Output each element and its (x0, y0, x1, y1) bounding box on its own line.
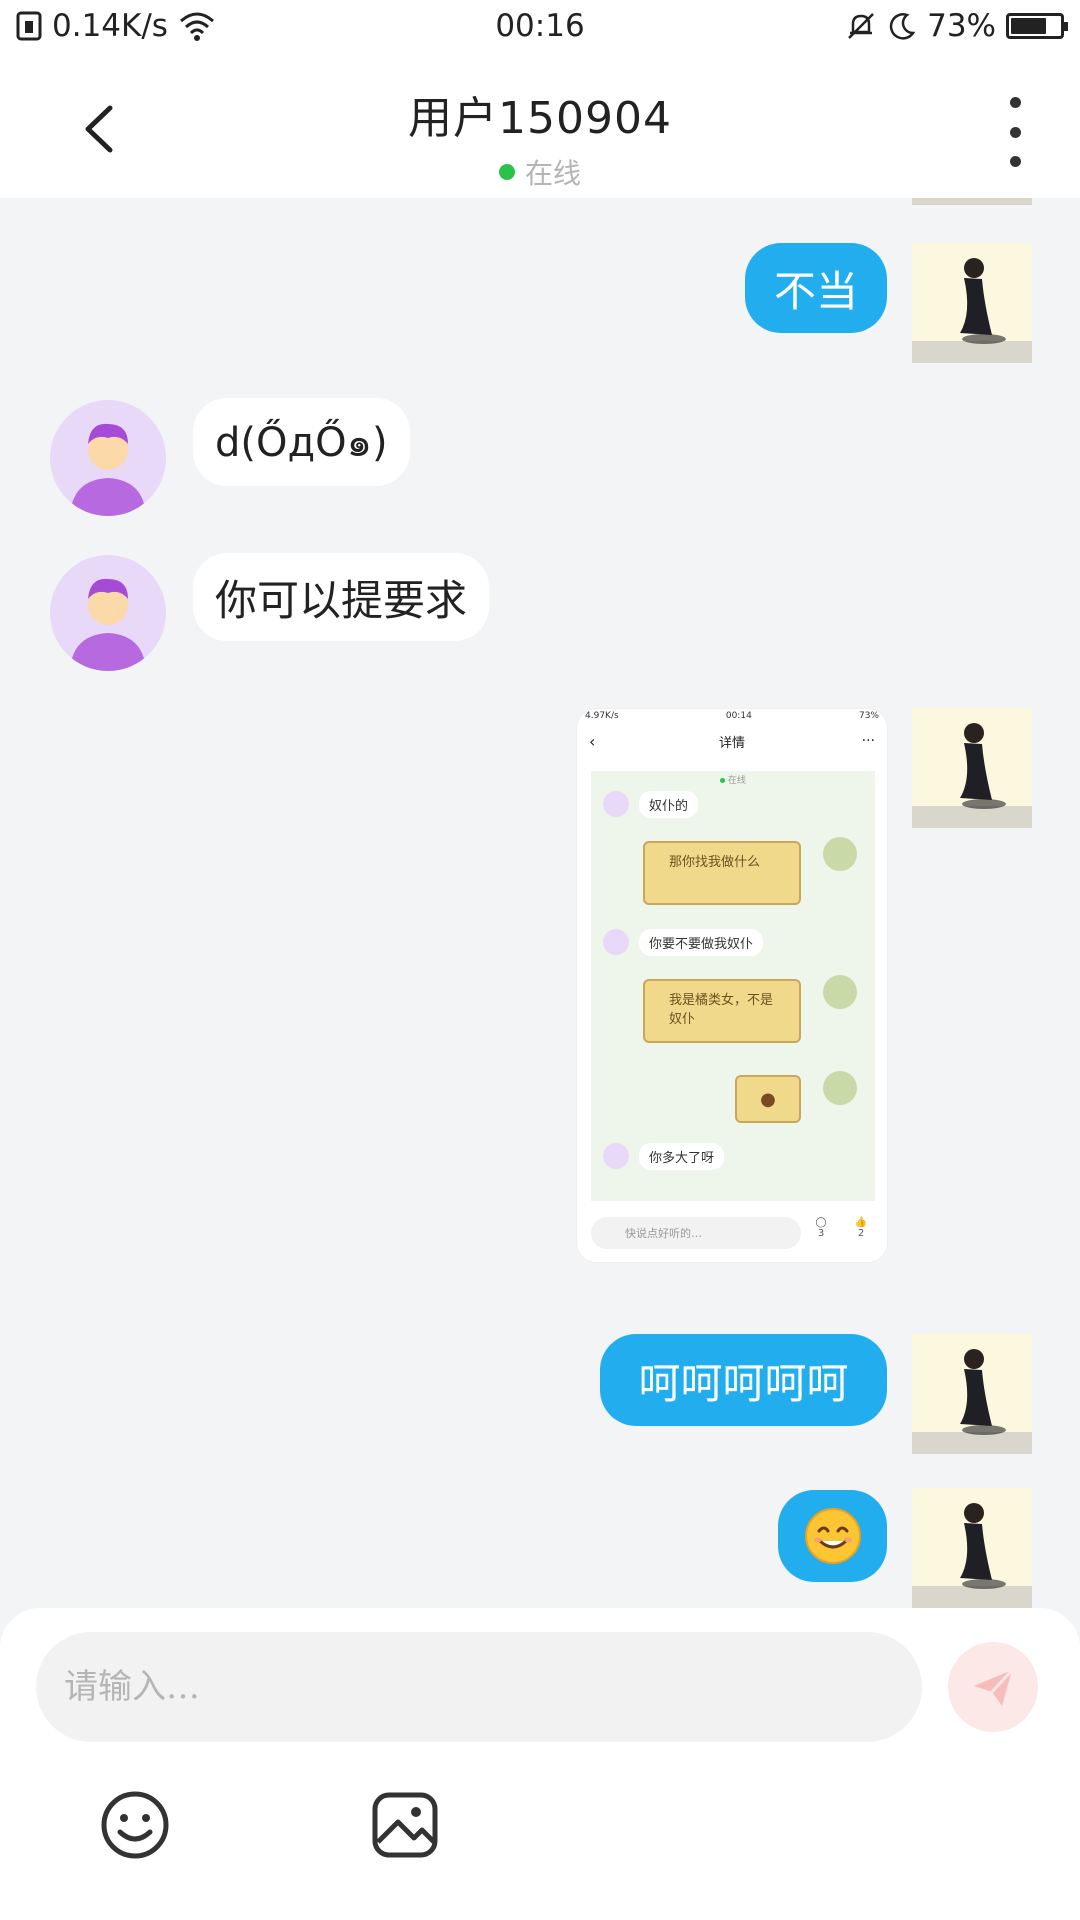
input-panel (0, 1608, 1080, 1920)
more-vertical-icon-dot (1009, 97, 1021, 108)
more-vertical-icon-dot (1009, 156, 1021, 167)
thumb-time: 00:14 (725, 711, 752, 721)
default-user-icon (70, 578, 146, 671)
status-right: 73% (845, 8, 1068, 44)
thumb-online-label: 在线 (727, 776, 746, 786)
battery-icon (1006, 13, 1068, 39)
thumb-bubble-me: 我是橘类女，不是奴仆 (643, 979, 801, 1043)
page-title: 用户150904 (408, 93, 672, 144)
online-label: 在线 (524, 157, 581, 190)
thumb-bubble-me: 那你找我做什么 (643, 841, 801, 905)
message-bubble-other[interactable]: 你可以提要求 (193, 553, 490, 641)
thumb-header: ‹ 详情 ··· (577, 723, 887, 759)
thumb-comment-count-value: 3 (817, 1228, 825, 1239)
chat-list[interactable]: 不当 d(ŐдŐ๑) 你可以提要求 4.97K/s 00:14 73% ‹ 详情… (0, 198, 1080, 1608)
thumb-bubble-other: 奴仆的 (639, 791, 699, 818)
thumb-battery: 73% (858, 711, 879, 721)
net-speed: 0.14K/s (52, 8, 168, 44)
thumb-avatar-me (823, 975, 857, 1009)
avatar[interactable] (912, 243, 1032, 363)
avatar-partial (912, 198, 1032, 205)
message-bubble-me[interactable] (778, 1490, 887, 1582)
avatar-other[interactable] (50, 400, 166, 516)
online-dot (498, 164, 515, 180)
online-status: 在线 (0, 152, 1080, 192)
thumb-avatar-me (823, 837, 857, 871)
image-button[interactable] (370, 1790, 440, 1860)
thumb-online: 在线 (591, 771, 875, 786)
avatar-other[interactable] (50, 555, 166, 671)
moon-icon (889, 13, 916, 40)
thumb-back-icon: ‹ (589, 731, 596, 751)
thumb-status-bar: 4.97K/s 00:14 73% (577, 709, 887, 723)
emoji-icon (101, 1791, 169, 1859)
more-button[interactable] (1000, 97, 1030, 167)
battery-fill (1011, 18, 1047, 34)
image-message[interactable]: 4.97K/s 00:14 73% ‹ 详情 ··· 在线 奴仆的 那你找我做什… (576, 708, 888, 1263)
status-left: 0.14K/s (16, 8, 216, 44)
thumb-bubble-other: 你多大了呀 (639, 1143, 725, 1170)
thumb-avatar-other (603, 791, 629, 817)
thumb-emoji-bubble: ● (735, 1075, 801, 1123)
thumb-like-count: 👍 2 (849, 1217, 873, 1239)
thumb-net-speed: 4.97K/s (585, 711, 619, 721)
emoji-button[interactable] (100, 1790, 170, 1860)
thumb-avatar-other (603, 1143, 629, 1169)
message-bubble-me[interactable]: 呵呵呵呵呵 (600, 1334, 887, 1426)
message-bubble-other[interactable]: d(ŐдŐ๑) (193, 398, 410, 486)
title-wrap: 用户150904 在线 (0, 82, 1080, 192)
user-photo-icon (912, 1503, 1032, 1608)
message-bubble-me[interactable]: 不当 (745, 243, 887, 333)
thumb-comment-count: ◯ 3 (809, 1217, 833, 1239)
status-time: 00:16 (495, 8, 585, 44)
thumb-comment-icon: ◯ (815, 1217, 827, 1228)
thumb-comment-box: 快说点好听的… (591, 1217, 801, 1249)
thumb-like-count-value: 2 (857, 1228, 865, 1239)
send-button[interactable] (948, 1642, 1038, 1732)
battery-percent: 73% (927, 8, 996, 44)
user-photo-icon (912, 258, 1032, 363)
more-vertical-icon-dot (1009, 126, 1021, 138)
user-photo-icon (912, 723, 1032, 828)
avatar-floor (912, 198, 1032, 205)
status-bar: 0.14K/s 00:16 73% (0, 0, 1080, 52)
thumb-avatar-me (823, 1071, 857, 1105)
wifi-icon (179, 12, 214, 41)
send-icon (974, 1668, 1014, 1706)
thumb-more-icon: ··· (861, 733, 875, 749)
thumb-avatar-other (603, 929, 629, 955)
bell-off-icon (848, 13, 874, 39)
sim-icon (16, 11, 42, 41)
smile-emoji-icon (804, 1508, 861, 1564)
default-user-icon (70, 423, 146, 516)
avatar[interactable] (912, 1334, 1032, 1454)
thumb-bubble-other: 你要不要做我奴仆 (639, 929, 764, 956)
chat-header: 用户150904 在线 (0, 52, 1080, 198)
image-icon (372, 1792, 438, 1858)
thumb-chat: 在线 奴仆的 那你找我做什么 你要不要做我奴仆 我是橘类女，不是奴仆 ● 你多大… (591, 771, 875, 1201)
user-photo-icon (912, 1349, 1032, 1454)
thumb-title: 详情 (718, 735, 745, 751)
thumb-like-icon: 👍 (854, 1217, 868, 1228)
message-input[interactable] (36, 1632, 922, 1742)
avatar[interactable] (912, 1488, 1032, 1608)
avatar[interactable] (912, 708, 1032, 828)
